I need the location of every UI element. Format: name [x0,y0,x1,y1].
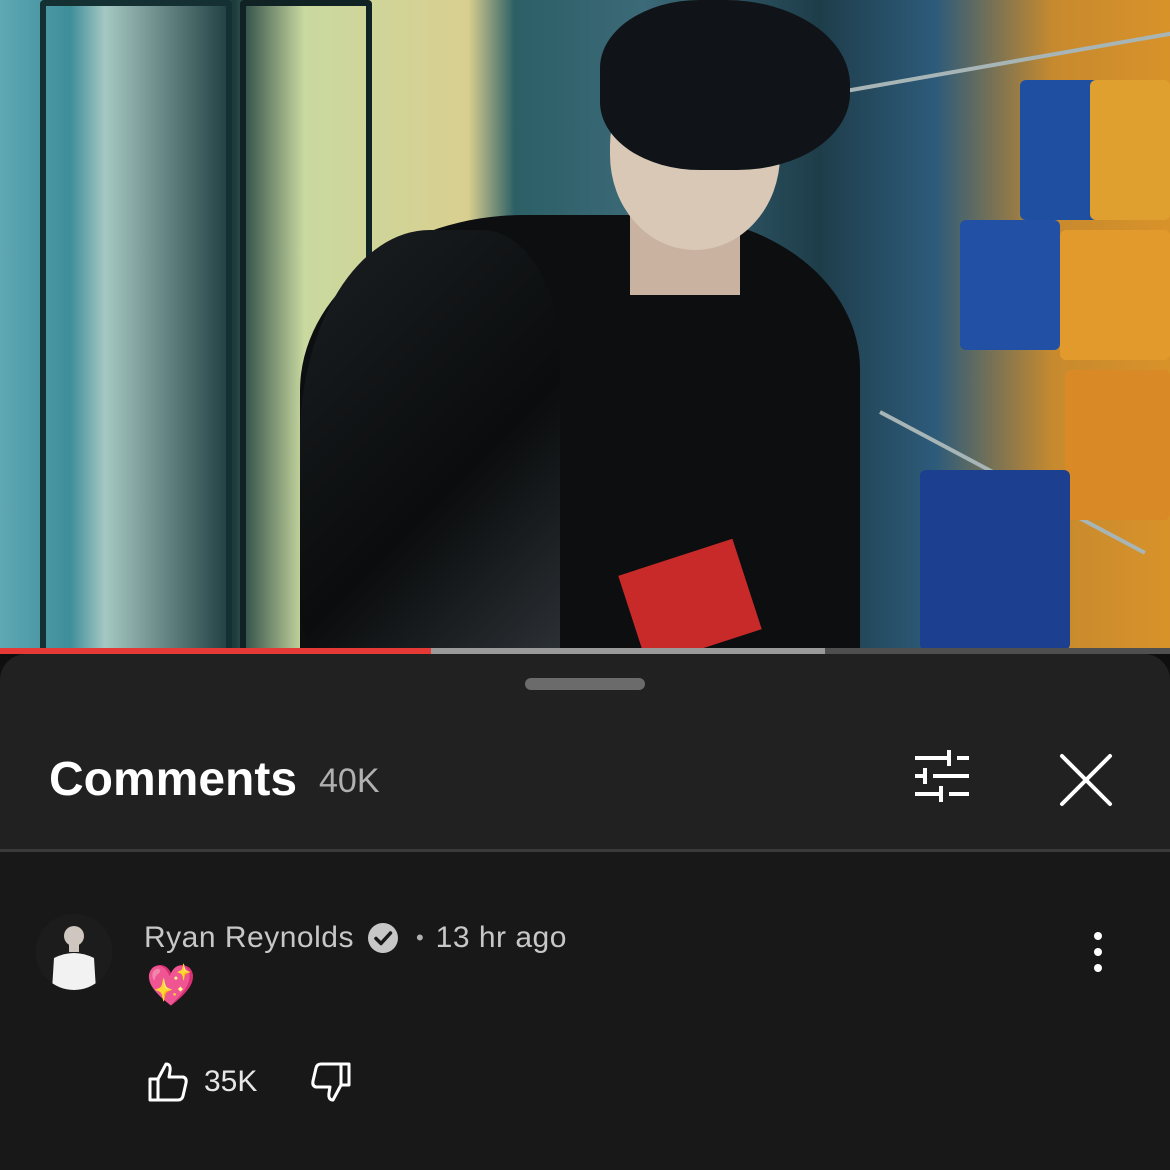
thumbs-up-icon[interactable] [146,1060,190,1104]
comments-header: Comments 40K [0,744,1170,850]
verified-check-icon [367,923,398,953]
avatar-image [36,914,112,990]
close-icon [1060,754,1112,806]
soup-can [1065,370,1170,520]
video-player[interactable] [0,0,1170,650]
leather-jacket [300,230,560,650]
comment-item: Ryan Reynolds • 13 hr ago 💖 35K [0,852,1170,1170]
filter-button[interactable] [905,744,979,812]
comments-title: Comments [49,753,298,806]
avatar[interactable] [36,914,112,990]
soup-can [1060,230,1170,360]
comments-sheet: Comments 40K Ryan Reynolds • 13 hr ago 💖… [0,654,1170,1170]
like-count: 35K [204,1065,258,1098]
separator-dot: • [415,925,424,950]
more-options-button[interactable] [1078,928,1118,976]
close-button[interactable] [1050,744,1122,816]
author-name[interactable]: Ryan Reynolds [144,921,354,955]
comment-text: 💖 [146,964,196,1008]
drag-handle[interactable] [525,678,645,690]
comment-time: 13 hr ago [435,921,567,954]
thumbs-down-icon[interactable] [309,1060,353,1104]
soup-can [920,470,1070,650]
comment-actions: 35K [146,1052,353,1112]
more-vertical-icon [1094,932,1102,972]
person-hair [600,0,850,170]
sliders-icon [915,750,969,802]
soup-can [1090,80,1170,220]
soup-can [960,220,1060,350]
fridge-door [40,0,232,650]
soup-can [1020,80,1100,220]
comments-count: 40K [319,762,380,800]
comment-meta: Ryan Reynolds • 13 hr ago [144,916,567,960]
